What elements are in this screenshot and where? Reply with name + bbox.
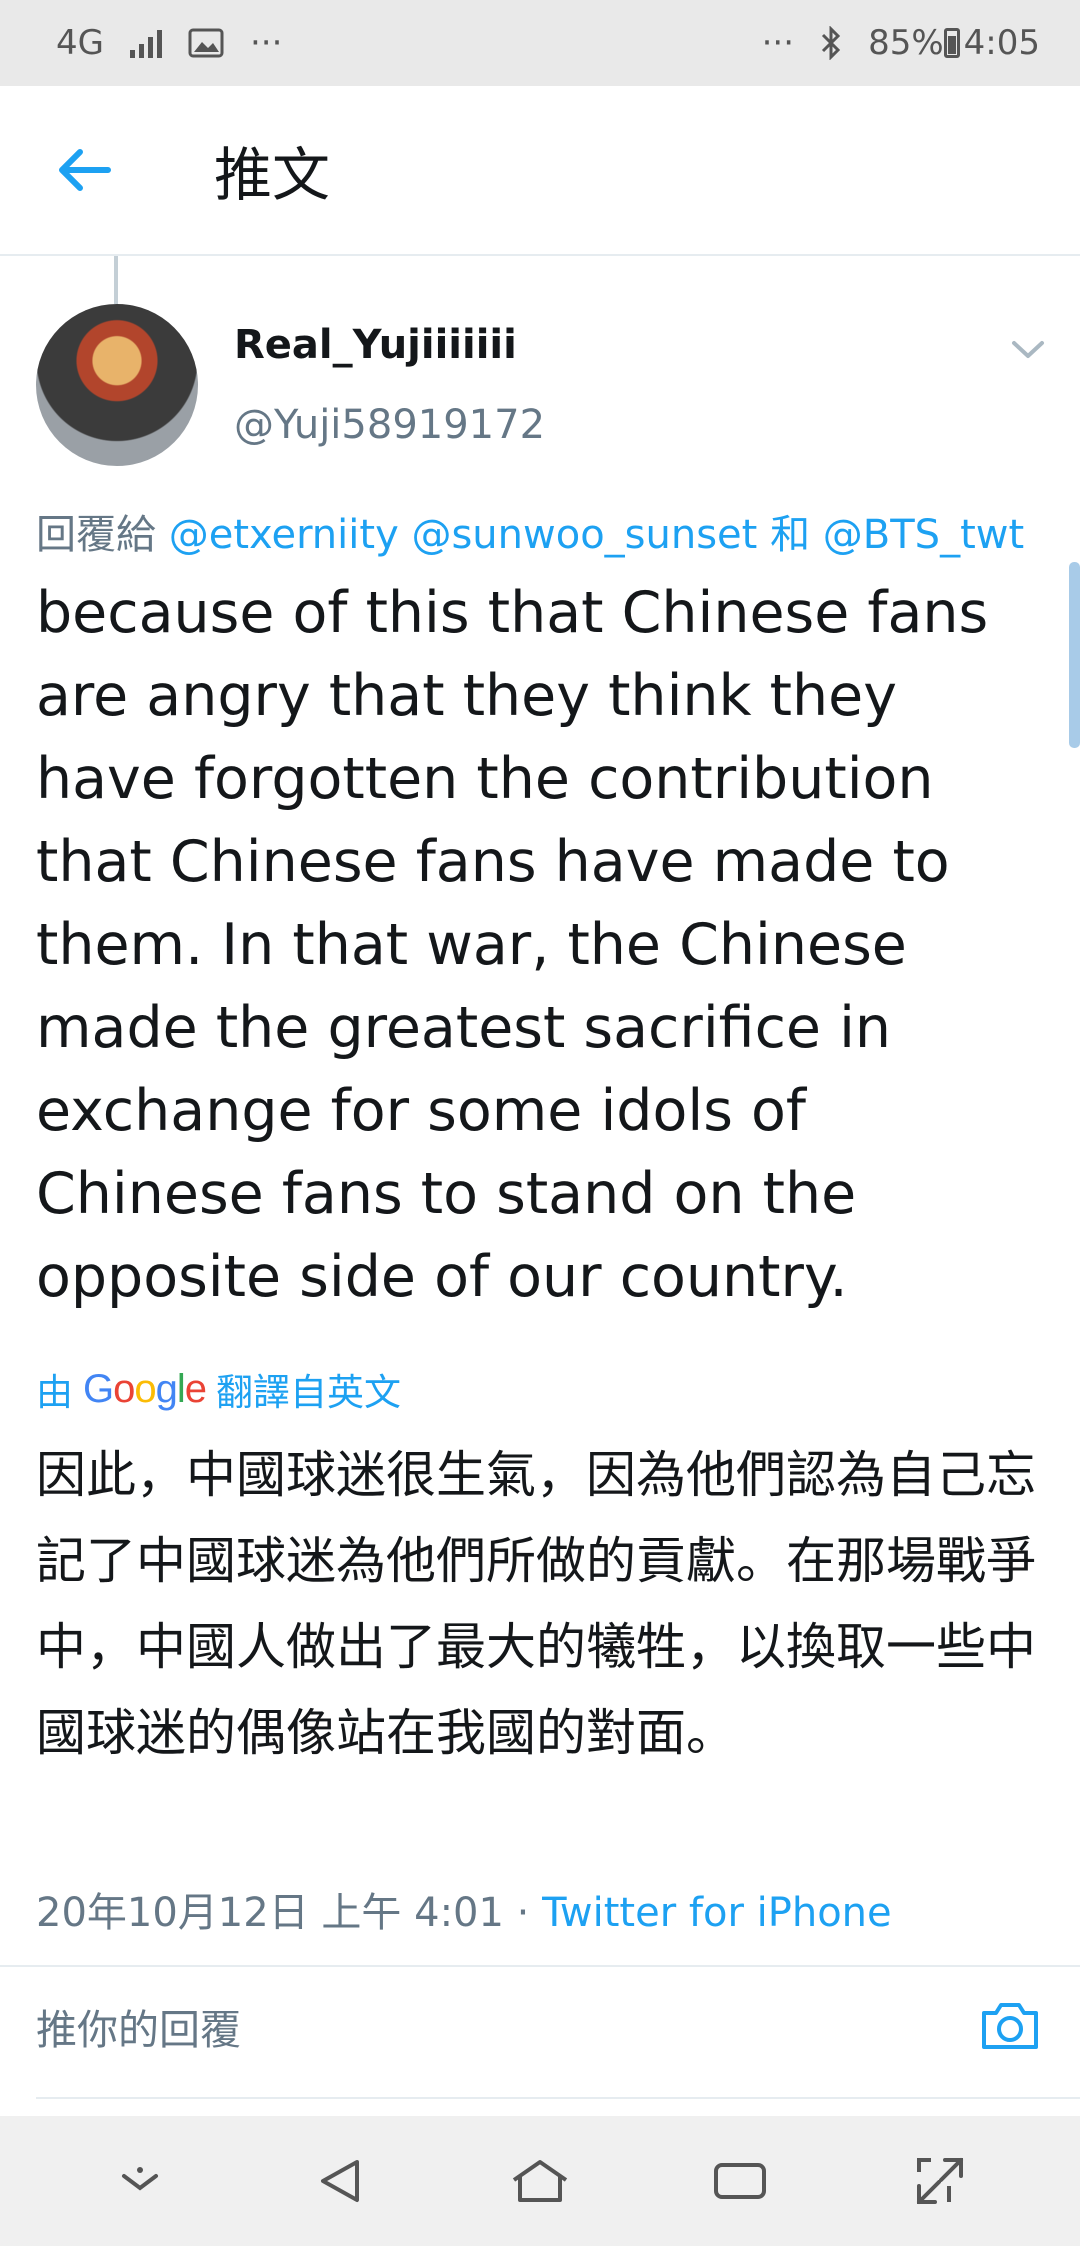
- more-notifications-icon: ···: [249, 23, 283, 63]
- status-right: ··· 85% 4:05: [762, 23, 1040, 63]
- tweet-timestamp: 20年10月12日 上午 4:01: [36, 1890, 504, 1936]
- hide-nav-button[interactable]: [100, 2141, 180, 2221]
- mention-link[interactable]: @sunwoo_sunset: [411, 512, 757, 558]
- chevron-down-icon: [1012, 341, 1044, 358]
- display-name[interactable]: Real_Yujiiiiiii: [234, 322, 517, 368]
- clock: 4:05: [963, 23, 1040, 63]
- more-status-icon: ···: [761, 23, 795, 63]
- thread-connector: [114, 256, 118, 304]
- scrollbar[interactable]: [1069, 562, 1080, 748]
- reply-bar: 推你的回覆: [0, 1967, 1080, 2085]
- expand-nav-button[interactable]: [900, 2141, 980, 2221]
- back-nav-button[interactable]: [300, 2141, 380, 2221]
- network-type: 4G: [56, 23, 104, 63]
- battery-percent: 85%: [868, 23, 944, 63]
- camera-button[interactable]: [976, 1996, 1044, 2056]
- app-header: 推文: [0, 86, 1080, 256]
- system-nav-bar: [0, 2116, 1080, 2246]
- battery-icon: [943, 28, 960, 58]
- reply-to-line: 回覆給 @etxerniity @sunwoo_sunset 和 @BTS_tw…: [36, 502, 1056, 560]
- back-button[interactable]: [34, 120, 134, 220]
- status-bar: 4G ··· ··· 85% 4:05: [0, 0, 1080, 86]
- translate-source-label: 翻譯自英文: [216, 1371, 402, 1414]
- status-left: 4G ···: [56, 23, 282, 63]
- recents-icon: [714, 2163, 766, 2199]
- back-arrow-icon: [59, 149, 111, 191]
- google-logo: Google: [83, 1366, 207, 1411]
- recents-nav-button[interactable]: [700, 2141, 780, 2221]
- tweet-meta: 20年10月12日 上午 4:01 · Twitter for iPhone: [36, 1880, 892, 1938]
- meta-separator: ·: [516, 1890, 530, 1936]
- translated-text: 因此，中國球迷很生氣，因為他們認為自己忘記了中國球迷為他們所做的貢獻。在那場戰爭…: [36, 1446, 1036, 1762]
- tweet-options-button[interactable]: [1000, 330, 1056, 370]
- translate-by-label: 由: [36, 1371, 73, 1414]
- back-triangle-icon: [321, 2160, 359, 2202]
- mention-link[interactable]: @etxerniity: [169, 512, 399, 558]
- mention-link[interactable]: @BTS_twt: [823, 512, 1024, 558]
- camera-icon: [982, 2003, 1038, 2049]
- expand-icon: [917, 2158, 963, 2204]
- avatar[interactable]: [36, 304, 198, 466]
- home-nav-button[interactable]: [500, 2141, 580, 2221]
- divider: [36, 2097, 1080, 2099]
- tweet-source-link[interactable]: Twitter for iPhone: [542, 1890, 892, 1936]
- page-title: 推文: [214, 141, 331, 209]
- signal-icon: [129, 28, 162, 58]
- home-icon: [512, 2160, 568, 2202]
- chevron-down-icon: [122, 2167, 158, 2191]
- reply-conjunction: 和: [770, 512, 811, 558]
- translation-attribution[interactable]: 由 Google 翻譯自英文: [36, 1362, 401, 1416]
- tweet-text: because of this that Chinese fans are an…: [36, 580, 989, 1310]
- bluetooth-icon: [820, 26, 842, 60]
- image-icon: [188, 28, 224, 58]
- reply-to-label: 回覆給: [36, 512, 156, 558]
- user-handle[interactable]: @Yuji58919172: [234, 402, 545, 448]
- reply-input[interactable]: 推你的回覆: [36, 1996, 241, 2056]
